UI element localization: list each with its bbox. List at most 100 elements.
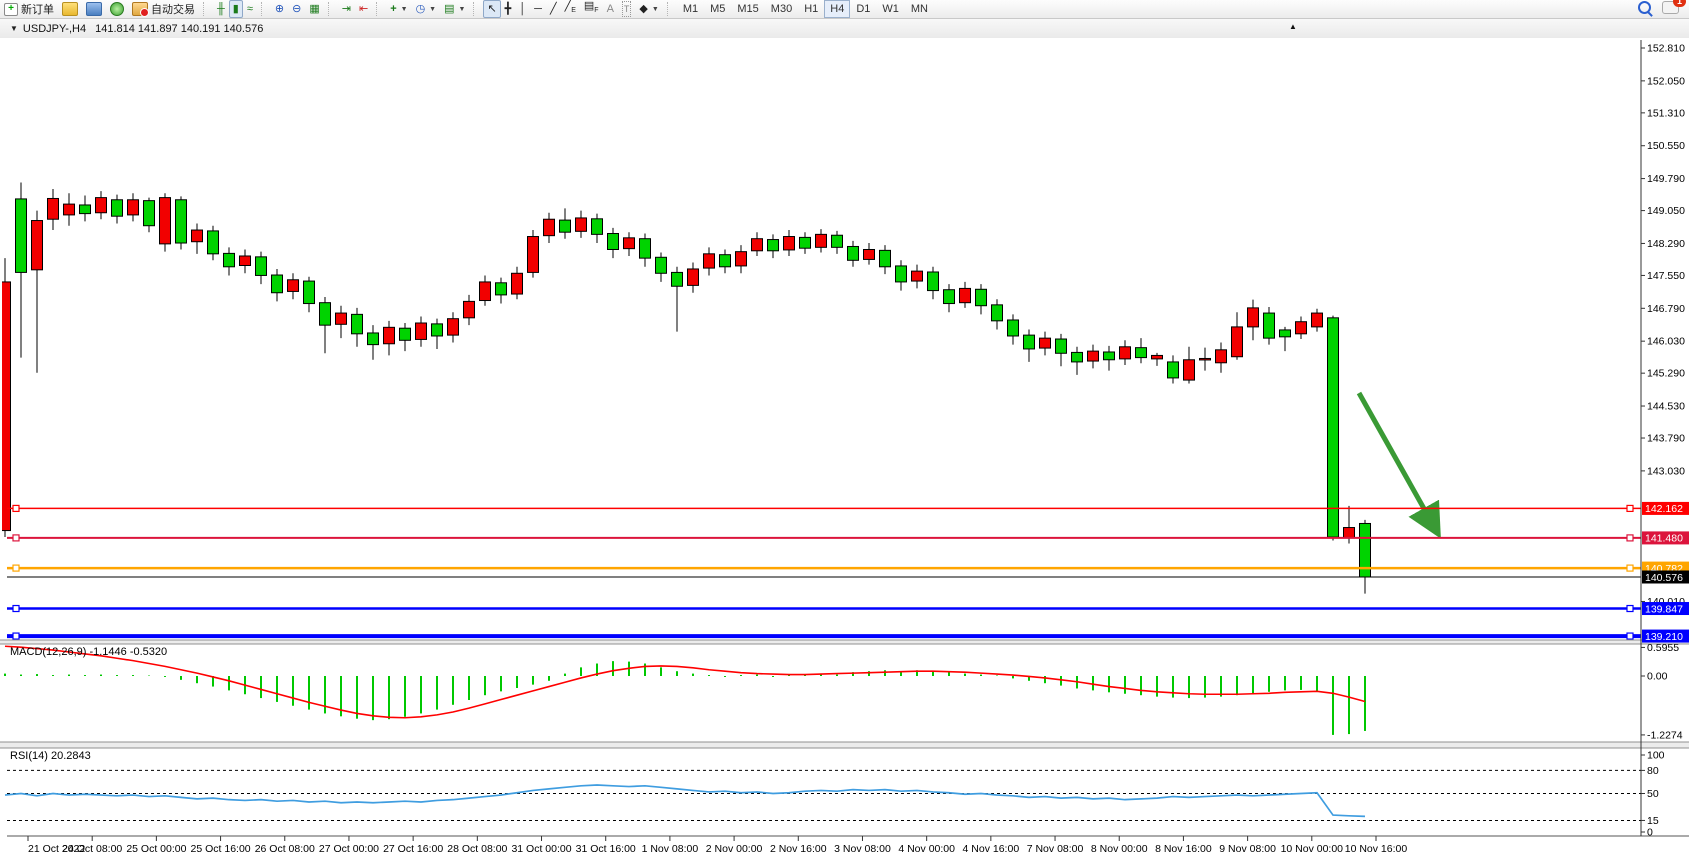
timeframe-h1[interactable]: H1: [798, 0, 824, 18]
indicators-button[interactable]: +▼: [386, 0, 411, 18]
vertical-line-icon: │: [519, 2, 526, 16]
chart-canvas[interactable]: MACD(12,26,9) -1.1446 -0.5320RSI(14) 20.…: [0, 38, 1689, 862]
candle-body: [352, 314, 363, 333]
candle-body: [96, 198, 107, 213]
toolbar-separator: [473, 2, 481, 16]
timeframe-mn[interactable]: MN: [905, 0, 934, 18]
line-handle[interactable]: [1627, 565, 1633, 571]
timeframe-m1[interactable]: M1: [677, 0, 704, 18]
template-icon: ▤: [444, 2, 454, 16]
periods-button[interactable]: ◷▼: [412, 0, 441, 18]
auto-scroll-icon: ⇥: [342, 2, 351, 16]
zoom-out-button[interactable]: ⊖: [288, 0, 305, 18]
timeframe-m30[interactable]: M30: [765, 0, 798, 18]
rsi-label: RSI(14) 20.2843: [10, 750, 91, 762]
search-button[interactable]: [1638, 1, 1654, 17]
candle-body: [256, 257, 267, 276]
candle-body: [240, 256, 251, 266]
text-tool-button[interactable]: A: [603, 0, 618, 18]
line-handle[interactable]: [13, 535, 19, 541]
line-handle[interactable]: [13, 633, 19, 639]
text-label-tool-button[interactable]: T: [618, 0, 636, 18]
candle-body: [608, 233, 619, 249]
time-tick-label: 27 Oct 00:00: [319, 843, 379, 855]
channel-tool-button[interactable]: ╱E: [561, 0, 580, 18]
macd-tick-label: 0.5955: [1647, 642, 1679, 654]
cursor-tool-button[interactable]: ↖: [483, 0, 500, 18]
line-handle[interactable]: [13, 505, 19, 511]
market-watch-button[interactable]: [58, 0, 82, 18]
candle-body: [416, 323, 427, 339]
panel-separator[interactable]: [0, 640, 1689, 644]
crosshair-tool-button[interactable]: ╋: [501, 0, 516, 18]
terminal-button[interactable]: [106, 0, 128, 18]
line-handle[interactable]: [13, 606, 19, 612]
line-handle[interactable]: [1627, 505, 1633, 511]
horizontal-line-tool-button[interactable]: ─: [530, 0, 546, 18]
chart-dropdown-icon[interactable]: ▼: [10, 24, 18, 33]
candle-body: [1040, 338, 1051, 348]
candle-body: [736, 252, 747, 266]
candle-body: [544, 219, 555, 235]
line-chart-button[interactable]: ≈: [243, 0, 257, 18]
indicators-icon: +: [390, 2, 396, 16]
candle-body: [64, 204, 75, 215]
timeframe-m5[interactable]: M5: [704, 0, 731, 18]
top-toolbar: + 新订单 自动交易 ╫ ▮ ≈ ⊕ ⊖ ▦ ⇥ ⇤ +▼ ◷▼ ▤▼ ↖ ╋ …: [0, 0, 1689, 19]
price-tick-label: 145.290: [1647, 368, 1685, 380]
candle-body: [1056, 339, 1067, 353]
candlestick-icon: ▮: [233, 2, 239, 16]
candlestick-chart-button[interactable]: ▮: [229, 0, 243, 18]
candle-body: [576, 218, 587, 231]
tile-windows-button[interactable]: ▦: [305, 0, 323, 18]
autotrading-button[interactable]: 自动交易: [128, 0, 199, 18]
shapes-tool-button[interactable]: ◆▼: [635, 0, 662, 18]
candle-body: [1152, 355, 1163, 358]
line-handle[interactable]: [13, 565, 19, 571]
chart-shift-button[interactable]: ⇤: [355, 0, 372, 18]
line-handle[interactable]: [1627, 535, 1633, 541]
time-tick-label: 7 Nov 08:00: [1027, 843, 1084, 855]
trendline-tool-button[interactable]: ╱: [546, 0, 561, 18]
candle-body: [1120, 347, 1131, 359]
clock-icon: ◷: [416, 2, 426, 16]
new-order-button[interactable]: + 新订单: [0, 0, 58, 18]
candle-body: [800, 237, 811, 248]
timeframe-m15[interactable]: M15: [731, 0, 764, 18]
chevron-down-icon: ▼: [652, 6, 659, 13]
line-handle[interactable]: [1627, 633, 1633, 639]
candle-body: [176, 200, 187, 243]
rsi-tick-label: 50: [1647, 788, 1659, 800]
zoom-in-button[interactable]: ⊕: [271, 0, 288, 18]
timeframe-d1[interactable]: D1: [850, 0, 876, 18]
candle-body: [1088, 351, 1099, 361]
timeframe-h4[interactable]: H4: [824, 0, 850, 18]
candle-body: [992, 305, 1003, 321]
candle-body: [464, 301, 475, 317]
terminal-icon: [110, 2, 124, 16]
templates-button[interactable]: ▤▼: [440, 0, 469, 18]
candle-body: [928, 272, 939, 291]
panel-separator[interactable]: [0, 742, 1689, 748]
notifications-button[interactable]: 1: [1662, 1, 1679, 17]
bar-chart-button[interactable]: ╫: [213, 0, 229, 18]
auto-scroll-button[interactable]: ⇥: [338, 0, 355, 18]
price-line-label: 142.162: [1645, 503, 1683, 515]
chart-plot-area[interactable]: [7, 40, 1641, 640]
candle-body: [976, 289, 987, 305]
vertical-line-tool-button[interactable]: │: [515, 0, 530, 18]
time-tick-label: 10 Nov 16:00: [1345, 843, 1408, 855]
line-handle[interactable]: [1627, 606, 1633, 612]
candle-body: [1264, 313, 1275, 338]
line-chart-icon: ≈: [247, 2, 253, 16]
candle-body: [80, 205, 91, 214]
candle-body: [784, 237, 795, 250]
navigator-button[interactable]: [82, 0, 106, 18]
fibonacci-tool-button[interactable]: ▤F: [580, 0, 603, 18]
candle-body: [688, 269, 699, 285]
new-order-label: 新订单: [21, 1, 54, 17]
time-tick-label: 31 Oct 00:00: [511, 843, 571, 855]
candle-body: [272, 275, 283, 293]
price-tick-label: 143.790: [1647, 433, 1685, 445]
timeframe-w1[interactable]: W1: [876, 0, 905, 18]
